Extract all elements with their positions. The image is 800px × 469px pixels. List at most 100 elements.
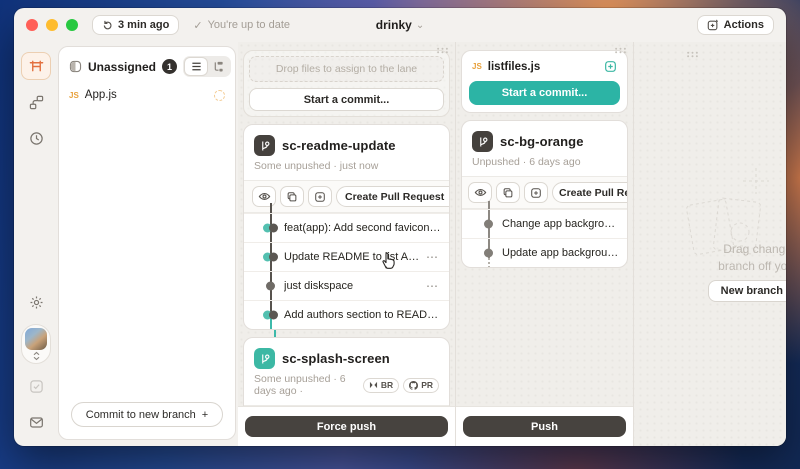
gear-icon bbox=[29, 295, 44, 310]
commit-message: Add authors section to README file bbox=[284, 309, 441, 321]
close-window-button[interactable] bbox=[26, 19, 38, 31]
branch-name: sc-splash-screen bbox=[282, 351, 390, 366]
commit-dot-local-remote bbox=[263, 224, 278, 233]
lane1-footer: Force push bbox=[238, 406, 455, 446]
lane-drag-handle[interactable] bbox=[614, 47, 627, 54]
commit-to-new-branch-label: Commit to new branch bbox=[86, 409, 196, 421]
review-eye-button[interactable] bbox=[468, 182, 492, 203]
create-pull-request-button[interactable]: Create Pull Req... bbox=[552, 182, 628, 203]
lane-drag-handle[interactable] bbox=[686, 51, 699, 58]
commit-menu-kebab[interactable]: ⋯ bbox=[424, 279, 441, 293]
mail-icon bbox=[29, 415, 44, 430]
branch-name: sc-bg-orange bbox=[500, 134, 584, 149]
commit-row[interactable]: Add authors section to README file bbox=[244, 300, 449, 329]
add-dependent-branch-button[interactable] bbox=[524, 182, 548, 203]
workspace-tab[interactable] bbox=[21, 52, 51, 80]
workspace-board: Drop files to assign to the lane Start a… bbox=[238, 42, 786, 446]
feedback-button[interactable] bbox=[21, 408, 51, 436]
start-commit-button-lane2[interactable]: Start a commit... bbox=[469, 81, 620, 105]
file-name: App.js bbox=[85, 89, 117, 101]
drag-hint-line2: branch off your bbox=[638, 259, 786, 273]
actions-button[interactable]: Actions bbox=[697, 15, 774, 35]
zoom-window-button[interactable] bbox=[66, 19, 78, 31]
project-title: drinky bbox=[376, 18, 412, 32]
review-eye-button[interactable] bbox=[252, 186, 276, 207]
copy-branch-button[interactable] bbox=[280, 186, 304, 207]
new-branch-button[interactable]: New branch bbox=[708, 280, 786, 302]
lane-1: Drop files to assign to the lane Start a… bbox=[238, 42, 456, 446]
workspace-icon bbox=[29, 59, 44, 74]
lane-2: JS listfiles.js Start a commit... bbox=[456, 42, 634, 446]
branch-header[interactable]: sc-bg-orange Unpushed · 6 days ago bbox=[462, 121, 627, 176]
fetch-button[interactable]: 3 min ago bbox=[92, 15, 179, 35]
commit-dot-remote bbox=[484, 249, 493, 258]
branch-badge[interactable]: BR bbox=[363, 378, 399, 393]
fetch-time-label: 3 min ago bbox=[118, 19, 169, 31]
minimize-window-button[interactable] bbox=[46, 19, 58, 31]
pr-badge[interactable]: PR bbox=[403, 378, 439, 393]
branch-name: sc-readme-update bbox=[282, 138, 396, 153]
start-commit-button-lane1[interactable]: Start a commit... bbox=[249, 88, 444, 111]
history-tab[interactable] bbox=[21, 124, 51, 152]
assigned-file-row[interactable]: JS listfiles.js bbox=[469, 58, 620, 81]
graph-line-gap bbox=[243, 330, 450, 337]
branch-header[interactable]: sc-splash-screen Some unpushed · 6 days … bbox=[244, 338, 449, 405]
pr-badge-label: PR bbox=[421, 380, 433, 390]
tree-view-button[interactable] bbox=[207, 58, 229, 75]
assign-plus-icon[interactable] bbox=[604, 60, 617, 73]
drag-hint-line1: Drag changes bbox=[638, 242, 786, 256]
commit-row[interactable]: Change app background color t... bbox=[462, 209, 627, 238]
commit-message: Update app background color t... bbox=[502, 247, 619, 259]
branch-action-bar: Create Pull Request ⋯ bbox=[244, 180, 449, 213]
settings-button[interactable] bbox=[21, 288, 51, 316]
copy-branch-button[interactable] bbox=[496, 182, 520, 203]
app-window: 3 min ago ✓ You're up to date drinky ⌄ A… bbox=[14, 8, 786, 446]
commit-row[interactable]: Update app background color t... bbox=[462, 238, 627, 267]
commit-message: Change app background color t... bbox=[502, 218, 619, 230]
traffic-lights bbox=[26, 19, 78, 31]
push-button[interactable]: Push bbox=[463, 416, 626, 437]
create-pr-label: Create Pull Req... bbox=[559, 187, 628, 199]
branch-icon bbox=[254, 348, 275, 369]
js-file-icon: JS bbox=[69, 91, 79, 100]
commit-dot-remote bbox=[484, 220, 493, 229]
commit-dot-local-remote bbox=[263, 311, 278, 320]
commit-row[interactable]: Update README to list Anne as primar... … bbox=[244, 242, 449, 271]
commit-list: feat(app): Add second favicon to web con… bbox=[244, 213, 449, 329]
commit-to-new-branch-button[interactable]: Commit to new branch + bbox=[71, 402, 223, 427]
branch-card-bg-orange: sc-bg-orange Unpushed · 6 days ago bbox=[461, 120, 628, 268]
list-view-button[interactable] bbox=[185, 58, 207, 75]
unassigned-footer: Commit to new branch + bbox=[59, 392, 235, 439]
chevron-down-icon: ⌄ bbox=[416, 20, 424, 31]
add-dependent-branch-button[interactable] bbox=[308, 186, 332, 207]
branches-tab[interactable] bbox=[21, 88, 51, 116]
account-switcher[interactable] bbox=[21, 324, 51, 364]
check-icon: ✓ bbox=[193, 19, 202, 32]
branch-meta: Some unpushed · 6 days ago · bbox=[254, 373, 359, 397]
desktop-wallpaper: 3 min ago ✓ You're up to date drinky ⌄ A… bbox=[0, 0, 800, 469]
branch-icon bbox=[472, 131, 493, 152]
branch-action-bar: Create Pull Req... ⋯ bbox=[462, 176, 627, 209]
commit-row[interactable]: feat(app): Add second favicon to web con… bbox=[244, 213, 449, 242]
left-rail bbox=[14, 42, 58, 446]
file-name: listfiles.js bbox=[488, 61, 540, 73]
refresh-icon bbox=[102, 20, 113, 31]
check-square-icon bbox=[29, 379, 44, 394]
commit-menu-kebab[interactable]: ⋯ bbox=[424, 250, 441, 264]
create-pull-request-button[interactable]: Create Pull Request bbox=[336, 186, 450, 207]
sync-status: ✓ You're up to date bbox=[193, 19, 290, 32]
graph-line-dotted-tail bbox=[488, 258, 490, 268]
drop-zone: Drop files to assign to the lane bbox=[249, 56, 444, 82]
file-row-appjs[interactable]: JS App.js bbox=[59, 84, 235, 106]
force-push-button[interactable]: Force push bbox=[245, 416, 448, 437]
sync-status-label: You're up to date bbox=[208, 19, 290, 31]
commit-dot-remote bbox=[266, 282, 275, 291]
tasks-button[interactable] bbox=[21, 372, 51, 400]
branch-icon bbox=[254, 135, 275, 156]
lane-drag-handle[interactable] bbox=[436, 47, 449, 54]
br-badge-label: BR bbox=[381, 380, 393, 390]
branch-header[interactable]: sc-readme-update Some unpushed · just no… bbox=[244, 125, 449, 180]
project-switcher[interactable]: drinky ⌄ bbox=[376, 18, 424, 32]
commit-row[interactable]: just diskspace ⋯ bbox=[244, 271, 449, 300]
js-file-icon: JS bbox=[472, 62, 482, 71]
